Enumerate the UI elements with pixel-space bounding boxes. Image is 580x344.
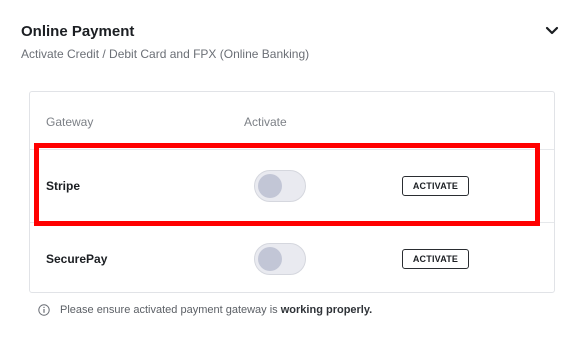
gateway-name-stripe: Stripe (46, 179, 81, 193)
table-row: SecurePay ACTIVATE (30, 223, 554, 295)
securepay-activate-toggle[interactable] (254, 243, 306, 275)
section-title: Online Payment (21, 23, 135, 40)
column-header-activate: Activate (244, 115, 287, 129)
gateway-table: Gateway Activate Stripe ACTIVATE SecureP… (29, 91, 555, 293)
info-note: Please ensure activated payment gateway … (38, 304, 372, 316)
table-row: Stripe ACTIVATE (30, 150, 554, 223)
securepay-activate-button[interactable]: ACTIVATE (402, 249, 469, 269)
note-emphasis: working properly. (280, 304, 373, 316)
section-subtitle: Activate Credit / Debit Card and FPX (On… (21, 47, 310, 61)
toggle-knob (258, 174, 282, 198)
stripe-activate-button[interactable]: ACTIVATE (402, 176, 469, 196)
info-icon (38, 304, 50, 316)
toggle-knob (258, 247, 282, 271)
column-header-gateway: Gateway (46, 115, 94, 129)
note-text: Please ensure activated payment gateway … (60, 304, 281, 316)
online-payment-panel: Online Payment Activate Credit / Debit C… (0, 0, 580, 344)
chevron-down-icon (545, 26, 559, 35)
gateway-name-securepay: SecurePay (46, 252, 108, 266)
table-header: Gateway Activate (30, 92, 554, 150)
collapse-button[interactable] (542, 22, 562, 40)
stripe-activate-toggle[interactable] (254, 170, 306, 202)
